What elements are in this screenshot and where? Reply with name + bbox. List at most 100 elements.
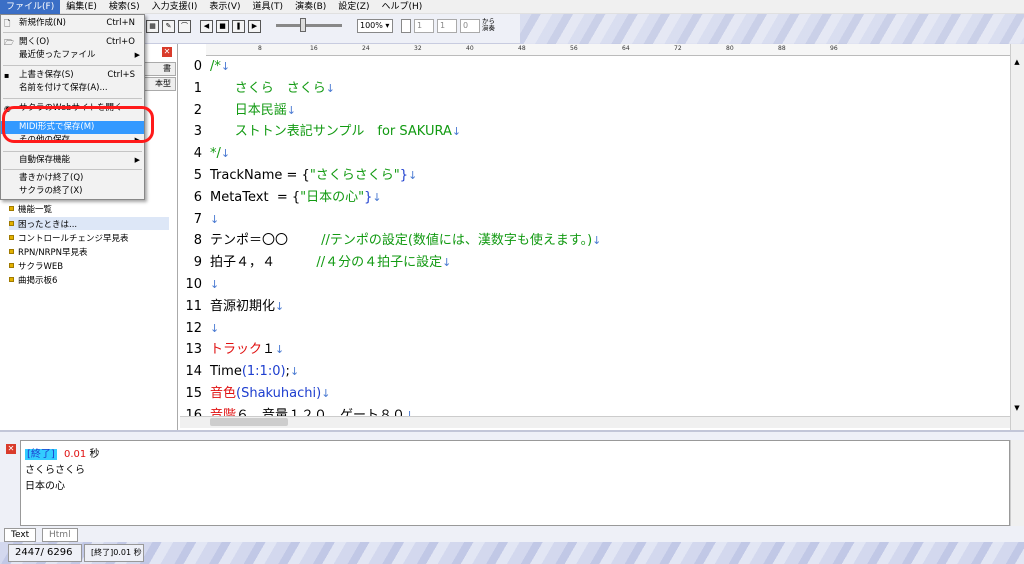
zoom-value: 100% [360,21,383,30]
code-text: ↓ [210,318,219,340]
menu-item-quit[interactable]: サクラの終了(X) [1,185,144,198]
rewind-icon[interactable]: ◀ [200,20,213,33]
menu-help[interactable]: ヘルプ(H) [375,0,428,14]
tab-text[interactable]: Text [4,528,37,542]
tree-item-song-board[interactable]: 曲掲示板6 [9,273,57,286]
play-from-button[interactable]: から演奏 [482,18,500,34]
tree-item-control-change[interactable]: コントロールチェンジ早見表 [9,231,129,244]
tree-item-label: 機能一覧 [18,204,53,215]
pause-icon[interactable]: ❚ [232,20,245,33]
code-text: */↓ [210,143,230,165]
output-line-2: さくらさくら [25,465,85,476]
menu-view[interactable]: 表示(V) [203,0,246,14]
tree-item-label: コントロールチェンジ早見表 [18,233,129,244]
code-line[interactable]: 15 音色(Shakuhachi)↓ [180,383,1010,405]
tab-html[interactable]: Html [42,528,78,542]
code-line[interactable]: 0 /*↓ [180,56,1010,78]
code-text: ↓ [210,274,219,296]
vertical-scrollbar[interactable] [1010,44,1024,430]
tree-item-label: RPN/NRPN早見表 [18,247,88,258]
menu-item-close-edit[interactable]: 書きかけ終了(Q) [1,172,144,185]
horizontal-scrollbar[interactable] [180,416,1010,428]
code-line[interactable]: 9 拍子４，４ //４分の４拍子に設定↓ [180,252,1010,274]
tree-item-sakura-web[interactable]: サクラWEB [9,259,63,272]
menu-item-label: サクラの終了(X) [19,186,83,196]
code-line[interactable]: 12 ↓ [180,318,1010,340]
newline-marker-icon: ↓ [321,387,331,400]
scroll-up-icon[interactable]: ▲ [1012,58,1022,68]
horizontal-scroll-thumb[interactable] [210,418,288,426]
ruler-label: 16 [310,45,318,52]
menu-item-open[interactable]: 🗁 開く(O) Ctrl+O [1,36,144,49]
menu-item-label: 上書き保存(S) [19,70,74,80]
play-icon[interactable]: ▶ [248,20,261,33]
toolbar-left-icons: ▦ ✎ ⌒ [146,20,191,33]
output-scrollbar[interactable] [1010,440,1024,526]
code-line[interactable]: 7 ↓ [180,209,1010,231]
menu-item-autosave[interactable]: 自動保存機能 ▶ [1,154,144,167]
line-number: 8 [193,233,202,249]
ruler-label: 24 [362,45,370,52]
code-line[interactable]: 5 TrackName = {"さくらさくら"}↓ [180,165,1010,187]
left-tab-2[interactable]: 本型 [142,77,176,91]
transport-controls: ◀ ■ ❚ ▶ [200,20,261,33]
newline-marker-icon: ↓ [451,125,462,139]
menu-item-save[interactable]: ▪ 上書き保存(S) Ctrl+S [1,69,144,82]
newline-marker-icon: ↓ [372,190,382,204]
code-line[interactable]: 3 ストトン表記サンプル for SAKURA↓ [180,121,1010,143]
edit-icon[interactable]: ✎ [162,20,175,33]
code-line[interactable]: 2 日本民謡↓ [180,100,1010,122]
tree-item-function-list[interactable]: 機能一覧 [9,202,52,215]
menu-edit[interactable]: 編集(E) [60,0,103,14]
scroll-down-icon[interactable]: ▼ [1012,404,1022,414]
measure-input[interactable]: 1 [414,19,434,33]
tree-item-label: 困ったときは... [18,219,78,230]
code-text: テンポ＝〇〇 //テンポの設定(数値には、漢数字も使えます。)↓ [210,230,601,252]
tempo-slider-thumb[interactable] [300,18,306,32]
menu-item-recent-files[interactable]: 最近使ったファイル ▶ [1,49,144,62]
menu-item-save-as[interactable]: 名前を付けて保存(A)... [1,82,144,95]
tick-input[interactable]: 0 [460,19,480,33]
beat-input[interactable]: 1 [437,19,457,33]
code-line[interactable]: 6 MetaText = {"日本の心"}↓ [180,187,1010,209]
code-token: テンポ＝〇〇 [210,233,322,249]
code-line[interactable]: 13 トラック１↓ [180,339,1010,361]
menu-input-support[interactable]: 入力支援(I) [146,0,204,14]
checkbox[interactable] [401,19,411,33]
left-tab-1[interactable]: 書 [142,62,176,76]
menu-tools[interactable]: 道具(T) [247,0,290,14]
code-text: 音源初期化↓ [210,296,284,318]
stop-icon[interactable]: ■ [216,20,229,33]
menu-search[interactable]: 検索(S) [103,0,146,14]
close-output-icon[interactable]: ✕ [6,444,16,454]
menu-item-new[interactable]: 🗋 新規作成(N) Ctrl+N [1,17,144,30]
code-line[interactable]: 14 Time(1:1:0);↓ [180,361,1010,383]
code-token: 音色 [210,386,237,401]
code-line[interactable]: 8 テンポ＝〇〇 //テンポの設定(数値には、漢数字も使えます。)↓ [180,230,1010,252]
menu-settings[interactable]: 設定(Z) [332,0,375,14]
menu-file[interactable]: ファイル(F) [0,0,61,14]
chart-icon[interactable]: ⌒ [178,20,191,33]
zoom-select[interactable]: 100% ▾ [357,19,393,33]
toolbar-background-pattern [520,14,1024,44]
folder-icon: 🗁 [4,38,14,47]
tree-item-rpn-nrpn[interactable]: RPN/NRPN早見表 [9,245,88,258]
code-line[interactable]: 1 さくら さくら↓ [180,78,1010,100]
line-number: 15 [185,386,202,401]
grid-icon[interactable]: ▦ [146,20,159,33]
code-line[interactable]: 4 */↓ [180,143,1010,165]
code-line[interactable]: 11 音源初期化↓ [180,296,1010,318]
line-number: 6 [193,189,202,205]
menu-play[interactable]: 演奏(B) [289,0,332,14]
code-line[interactable]: 10 ↓ [180,274,1010,296]
menu-item-label: 開く(O) [19,37,50,47]
code-text: /*↓ [210,56,230,78]
tree-item-troubleshooting[interactable]: 困ったときは... [9,217,169,230]
code-editor[interactable]: 0/*↓ 1 さくら さくら↓ 2 日本民謡↓ 3 ストトン表記サンプル for SA… [180,56,1010,428]
code-token: "日本の心" [300,189,365,205]
tempo-slider-track[interactable] [276,24,342,27]
newline-marker-icon: ↓ [275,343,285,357]
close-icon[interactable]: ✕ [162,47,172,57]
ruler-label: 80 [726,45,734,52]
code-text: さくら さくら↓ [210,78,335,100]
